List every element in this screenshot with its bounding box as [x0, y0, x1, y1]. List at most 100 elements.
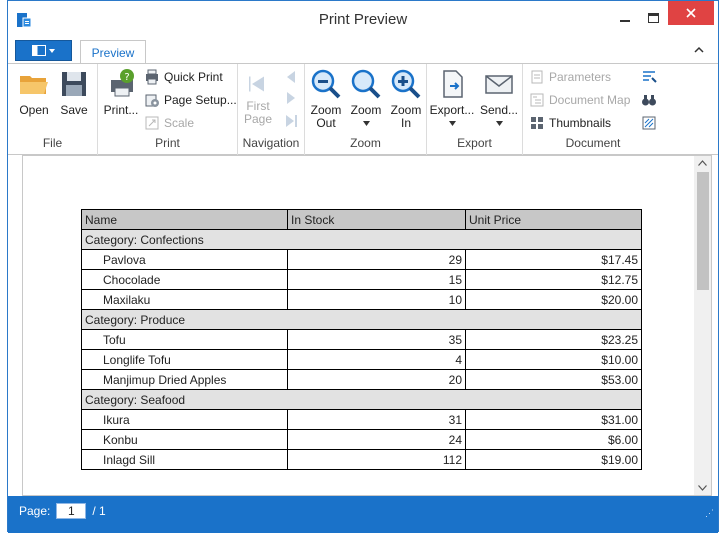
table-cell: Inlagd Sill [81, 449, 288, 470]
category-label: Category: Confections [81, 229, 642, 250]
document-map-icon [530, 93, 544, 107]
printer-icon: ? [111, 69, 134, 97]
search-binoculars-icon[interactable] [641, 92, 657, 108]
page-setup-label: Page Setup... [164, 93, 237, 107]
vertical-scrollbar[interactable] [694, 156, 711, 495]
send-label: Send... [479, 103, 519, 117]
table-cell: Konbu [81, 429, 288, 450]
zoom-dropdown-button[interactable]: Zoom [347, 68, 385, 126]
tab-preview[interactable]: Preview [80, 40, 146, 64]
export-label: Export... [429, 103, 475, 117]
parameters-icon [531, 70, 543, 84]
quick-print-icon [146, 69, 158, 85]
quick-print-button[interactable]: Quick Print [144, 68, 223, 86]
scale-icon [145, 116, 159, 130]
table-header-row: Name In Stock Unit Price [81, 209, 642, 230]
minimize-button[interactable] [612, 7, 638, 29]
svg-text:?: ? [124, 72, 129, 83]
table-cell: Longlife Tofu [81, 349, 288, 370]
print-label: Print... [103, 103, 139, 117]
scale-button[interactable]: Scale [144, 114, 194, 132]
zoom-group: Zoom Out Zoom Zoom In Zoom [305, 64, 427, 155]
document-map-label: Document Map [549, 93, 631, 107]
print-button[interactable]: ? Print... [102, 68, 140, 117]
export-button[interactable]: Export... [429, 68, 475, 126]
zoom-in-button[interactable]: Zoom In [387, 68, 425, 130]
table-cell: $53.00 [465, 369, 642, 390]
category-label: Category: Produce [81, 309, 642, 330]
file-group-label: File [42, 136, 63, 150]
close-button[interactable] [668, 1, 714, 25]
save-button[interactable]: Save [54, 68, 94, 117]
zoom-in-icon [391, 69, 421, 99]
page-number-input[interactable]: 1 [56, 503, 87, 519]
status-bar: Page: 1 / 1 ⋰ [8, 496, 718, 533]
category-label: Category: Seafood [81, 389, 642, 410]
report-table: Name In Stock Unit Price Category: Confecti… [81, 209, 642, 470]
table-row: Manjimup Dried Apples 20 $53.00 [81, 369, 642, 390]
document-group: Parameters Document Map Thumbnails Docum… [523, 64, 663, 155]
chevron-down-icon [495, 121, 503, 126]
print-group-label: Print [155, 136, 180, 150]
minimize-icon [620, 20, 630, 22]
table-row: Chocolade 15 $12.75 [81, 269, 642, 290]
close-icon [686, 8, 696, 18]
open-button[interactable]: Open [14, 68, 54, 117]
title-bar: Print Preview [8, 1, 718, 38]
table-cell: Ikura [81, 409, 288, 430]
page-setup-button[interactable]: Page Setup... [144, 91, 237, 109]
print-group: ? Print... Quick Print Page Setup... Sca… [98, 64, 238, 155]
open-label: Open [19, 103, 49, 117]
application-menu-icon [32, 45, 46, 56]
print-preview-window: Print Preview Preview Open Save File ? P… [7, 0, 719, 533]
column-header: Unit Price [465, 209, 642, 230]
table-cell: 35 [287, 329, 466, 350]
thumbnails-button[interactable]: Thumbnails [529, 114, 611, 132]
table-row: Tofu 35 $23.25 [81, 329, 642, 350]
table-cell: $19.00 [465, 449, 642, 470]
navigation-group-label: Navigation [242, 136, 300, 150]
parameters-button[interactable]: Parameters [529, 68, 611, 86]
application-menu-button[interactable] [15, 40, 72, 61]
table-cell: Manjimup Dried Apples [81, 369, 288, 390]
watermark-icon[interactable] [641, 115, 657, 131]
document-map-button[interactable]: Document Map [529, 91, 630, 109]
report-page: Name In Stock Unit Price Category: Confecti… [24, 157, 694, 495]
first-page-button[interactable]: First Page [240, 68, 276, 126]
send-button[interactable]: Send... [477, 68, 521, 126]
table-row: Konbu 24 $6.00 [81, 429, 642, 450]
last-page-icon[interactable] [284, 114, 298, 128]
zoom-out-label-2: Out [316, 116, 336, 130]
table-cell: 15 [287, 269, 466, 290]
table-cell: $10.00 [465, 349, 642, 370]
previous-page-icon[interactable] [284, 70, 298, 84]
category-row: Category: Produce [81, 309, 642, 330]
scroll-up-icon[interactable] [698, 160, 707, 166]
table-cell: 4 [287, 349, 466, 370]
editing-fields-icon[interactable] [641, 69, 657, 85]
page-indicator: Page: 1 / 1 [19, 503, 106, 519]
zoom-out-button[interactable]: Zoom Out [307, 68, 345, 130]
collapse-ribbon-icon[interactable] [694, 46, 704, 54]
file-group: Open Save File [8, 64, 98, 155]
table-cell: $17.45 [465, 249, 642, 270]
envelope-icon [485, 75, 513, 94]
table-row: Inlagd Sill 112 $19.00 [81, 449, 642, 470]
maximize-button[interactable] [640, 7, 666, 29]
next-page-icon[interactable] [284, 91, 298, 105]
first-page-icon [249, 76, 264, 92]
chevron-down-icon [448, 121, 456, 126]
document-viewer[interactable]: Name In Stock Unit Price Category: Confecti… [22, 155, 712, 496]
export-group-label: Export [457, 136, 492, 150]
table-cell: 112 [287, 449, 466, 470]
table-cell: $6.00 [465, 429, 642, 450]
parameters-label: Parameters [549, 70, 612, 84]
scrollbar-thumb[interactable] [697, 172, 709, 290]
zoom-group-label: Zoom [350, 136, 381, 150]
zoom-in-label-2: In [400, 116, 411, 130]
zoom-icon [351, 69, 381, 99]
table-cell: 31 [287, 409, 466, 430]
scroll-down-icon[interactable] [698, 485, 707, 491]
resize-grip-icon[interactable]: ⋰ [705, 508, 714, 519]
save-label: Save [60, 103, 88, 117]
